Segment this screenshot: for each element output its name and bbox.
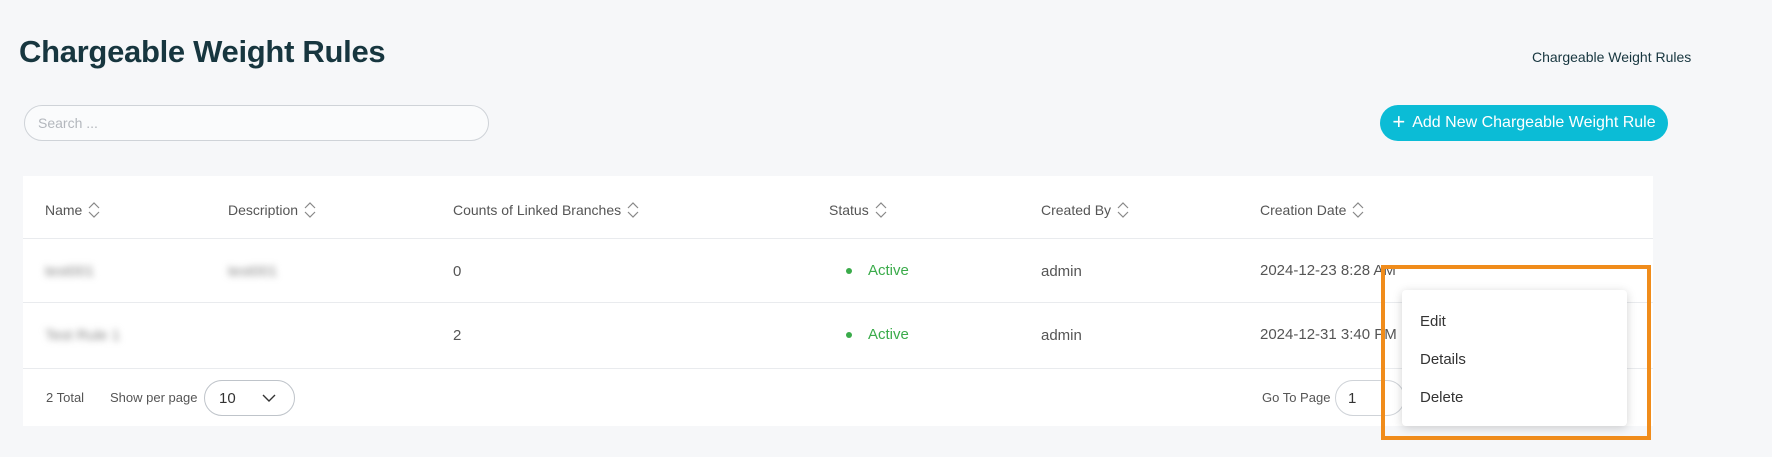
total-count: 2 Total [46,390,85,405]
menu-item-edit[interactable]: Edit [1420,313,1446,330]
cell-description: test001 [228,263,278,280]
row-actions-menu: Edit Details Delete [1402,290,1627,426]
column-header-creation-date[interactable]: Creation Date [1260,200,1364,220]
cell-linked-branches: 0 [453,263,462,280]
cell-created-by: admin [1041,263,1082,280]
header-divider [23,238,1653,239]
sort-icon [304,202,316,218]
cell-linked-branches: 2 [453,327,462,344]
chevron-down-icon [262,394,276,402]
sort-icon [875,202,887,218]
add-new-rule-button[interactable]: + Add New Chargeable Weight Rule [1380,105,1668,141]
column-header-name[interactable]: Name [45,200,100,220]
column-header-label: Creation Date [1260,202,1347,218]
show-per-page-label: Show per page [110,390,198,405]
sort-icon [627,202,639,218]
status-badge: Active [846,326,909,343]
plus-icon: + [1392,109,1406,134]
column-header-label: Status [829,202,869,218]
menu-item-details[interactable]: Details [1420,351,1466,368]
status-dot-icon [846,267,852,274]
column-header-created-by[interactable]: Created By [1041,200,1129,220]
page-title: Chargeable Weight Rules [19,34,386,69]
add-new-rule-label: Add New Chargeable Weight Rule [1412,114,1656,131]
cell-name: test001 [45,263,95,280]
go-to-page-label: Go To Page [1262,390,1331,405]
column-header-status[interactable]: Status [829,200,887,220]
sort-icon [88,202,100,218]
status-label: Active [868,262,909,279]
column-header-label: Counts of Linked Branches [453,202,622,218]
menu-item-delete[interactable]: Delete [1420,389,1463,406]
cell-creation-date: 2024-12-23 8:28 AM [1260,262,1396,279]
per-page-value: 10 [219,389,236,407]
cell-name: Test Rule 1 [45,327,121,344]
breadcrumb[interactable]: Chargeable Weight Rules [1532,49,1691,65]
status-label: Active [868,326,909,343]
cell-creation-date: 2024-12-31 3:40 PM [1260,326,1397,343]
sort-icon [1117,202,1129,218]
status-dot-icon [846,331,852,338]
column-header-label: Created By [1041,202,1112,218]
column-header-description[interactable]: Description [228,200,316,220]
search-input[interactable] [24,105,489,141]
column-header-linked-branches[interactable]: Counts of Linked Branches [453,200,639,220]
per-page-select[interactable]: 10 [204,380,295,416]
column-header-label: Description [228,202,299,218]
column-header-label: Name [45,202,83,218]
cell-created-by: admin [1041,327,1082,344]
sort-icon [1352,202,1364,218]
status-badge: Active [846,262,909,279]
